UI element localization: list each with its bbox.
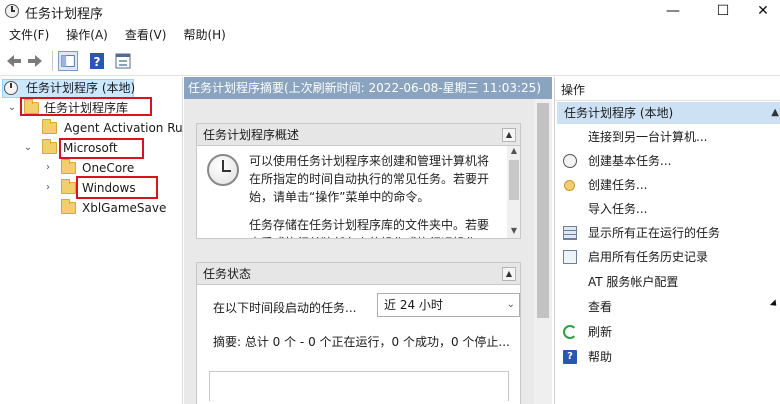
- action-label: 帮助: [588, 350, 613, 364]
- window-title: 任务计划程序: [25, 7, 104, 22]
- action-label: 刷新: [588, 325, 613, 339]
- toolbar-separator: [52, 51, 53, 71]
- action-label: 启用所有任务历史记录: [588, 250, 709, 264]
- summary-scrollbar[interactable]: [534, 99, 552, 404]
- action-help[interactable]: ? 帮助: [555, 345, 780, 369]
- action-label: 导入任务...: [588, 202, 648, 216]
- tree-agent-label: Agent Activation Runtime: [64, 121, 183, 135]
- status-body: 在以下时间段启动的任务... 近 24 小时 ⌄ 摘要: 总计 0 个 - 0 …: [197, 285, 520, 404]
- back-arrow-icon[interactable]: [4, 51, 24, 71]
- properties-icon[interactable]: [113, 51, 133, 71]
- actions-section-label: 任务计划程序 (本地): [564, 106, 674, 120]
- task-scheduler-icon: [5, 4, 19, 18]
- summary-header: 任务计划程序摘要(上次刷新时间: 2022-06-08-星期三 11:03:25…: [184, 77, 552, 99]
- period-select-value: 近 24 小时: [384, 298, 443, 312]
- action-import-task[interactable]: 导入任务...: [555, 197, 780, 221]
- toolbar: ?: [0, 46, 780, 76]
- help-icon: ?: [563, 350, 577, 364]
- action-connect-computer[interactable]: 连接到另一台计算机...: [555, 125, 780, 149]
- action-at-service-config[interactable]: AT 服务帐户配置: [555, 270, 780, 294]
- maximize-button[interactable]: ☐: [700, 0, 746, 24]
- actions-header: 操作: [555, 79, 780, 101]
- action-show-running-tasks[interactable]: 显示所有正在运行的任务: [555, 221, 780, 245]
- navigation-tree: 任务计划程序 (本地) ⌄ 任务计划程序库 Agent Activation R…: [0, 77, 183, 404]
- action-enable-history[interactable]: 启用所有任务历史记录: [555, 245, 780, 269]
- scroll-up-icon[interactable]: ▲: [507, 146, 520, 155]
- period-select[interactable]: 近 24 小时 ⌄: [377, 293, 520, 317]
- folder-icon: [42, 139, 57, 154]
- action-create-task[interactable]: 创建任务...: [555, 173, 780, 197]
- folder-icon: [61, 159, 76, 174]
- chevron-down-icon[interactable]: ⌄: [22, 138, 34, 158]
- status-period-label: 在以下时间段启动的任务...: [213, 301, 357, 315]
- tree-root-label: 任务计划程序 (本地): [26, 81, 136, 95]
- chevron-down-icon[interactable]: ⌄: [6, 98, 18, 118]
- action-label: 查看: [588, 300, 613, 314]
- close-button[interactable]: ✕: [746, 0, 780, 24]
- folder-icon: [61, 199, 76, 214]
- overview-title: 任务计划程序概述: [203, 128, 300, 142]
- help-icon[interactable]: ?: [87, 51, 107, 71]
- overview-paragraph-2: 任务存储在任务计划程序库的文件夹中。若要查看或执行单独任务上的操作或执行运操作，…: [249, 218, 490, 238]
- overview-section-header[interactable]: 任务计划程序概述 ▲: [197, 124, 520, 146]
- running-tasks-icon: [563, 226, 577, 240]
- chevron-right-icon[interactable]: ›: [42, 158, 54, 178]
- show-hide-tree-icon[interactable]: [58, 51, 78, 71]
- overview-section: 任务计划程序概述 ▲ 可以使用任务计划程序来创建和管理计算机将在所指定的时间自动…: [196, 123, 521, 239]
- svg-text:?: ?: [94, 55, 101, 69]
- status-section: 任务状态 ▲ 在以下时间段启动的任务... 近 24 小时 ⌄ 摘要: 总计 0…: [196, 262, 521, 404]
- overview-scrollbar-thumb[interactable]: [509, 160, 519, 200]
- tree-xbl-label: XblGameSave: [82, 201, 167, 215]
- status-summary: 摘要: 总计 0 个 - 0 个正在运行，0 个成功，0 个停止...: [213, 335, 510, 349]
- summary-scrollbar-thumb[interactable]: [537, 103, 549, 318]
- clock-icon: [207, 154, 239, 186]
- task-icon: [564, 180, 575, 191]
- menu-view[interactable]: 查看(V): [116, 25, 175, 45]
- chevron-right-icon[interactable]: ›: [42, 178, 54, 198]
- minimize-button[interactable]: —: [650, 0, 696, 24]
- menu-file[interactable]: 文件(F): [0, 25, 57, 45]
- overview-text: 可以使用任务计划程序来创建和管理计算机将在所指定的时间自动执行的常见任务。若要开…: [249, 152, 499, 238]
- menu-bar: 文件(F) 操作(A) 查看(V) 帮助(H): [0, 25, 780, 45]
- actions-section-local[interactable]: 任务计划程序 (本地) ▲: [557, 102, 780, 124]
- folder-icon: [42, 119, 57, 134]
- action-label: 创建任务...: [588, 178, 648, 192]
- status-section-header[interactable]: 任务状态 ▲: [197, 263, 520, 285]
- refresh-icon: [563, 325, 577, 339]
- chevron-down-icon: ⌄: [506, 299, 515, 310]
- summary-pane: 任务计划程序摘要(上次刷新时间: 2022-06-08-星期三 11:03:25…: [184, 77, 552, 404]
- status-table: [209, 371, 509, 401]
- forward-arrow-icon[interactable]: [25, 51, 45, 71]
- action-label: AT 服务帐户配置: [588, 275, 679, 289]
- actions-pane: 操作 任务计划程序 (本地) ▲ 连接到另一台计算机... 创建基本任务... …: [554, 77, 780, 404]
- action-label: 显示所有正在运行的任务: [588, 226, 721, 240]
- clock-icon: [563, 154, 577, 168]
- scroll-down-icon[interactable]: ▼: [507, 226, 520, 235]
- action-create-basic-task[interactable]: 创建基本任务...: [555, 149, 780, 173]
- action-label: 连接到另一台计算机...: [588, 130, 708, 144]
- menu-action[interactable]: 操作(A): [57, 25, 116, 45]
- tree-onecore-label: OneCore: [82, 161, 135, 175]
- overview-body: 可以使用任务计划程序来创建和管理计算机将在所指定的时间自动执行的常见任务。若要开…: [197, 146, 520, 238]
- collapse-arrow-icon[interactable]: ▲: [771, 102, 779, 124]
- collapse-icon[interactable]: ▲: [502, 267, 516, 281]
- overview-scrollbar[interactable]: ▲ ▼: [507, 146, 520, 238]
- action-refresh[interactable]: 刷新: [555, 320, 780, 344]
- action-label: 创建基本任务...: [588, 154, 672, 168]
- clock-icon: [4, 81, 18, 95]
- status-title: 任务状态: [203, 267, 252, 281]
- highlight-box-windows: [76, 176, 158, 199]
- highlight-box-library: [20, 97, 152, 116]
- highlight-box-microsoft: [59, 138, 144, 159]
- action-view[interactable]: 查看: [555, 295, 780, 319]
- folder-icon: [61, 179, 76, 194]
- history-icon: [563, 250, 577, 264]
- overview-paragraph-1: 可以使用任务计划程序来创建和管理计算机将在所指定的时间自动执行的常见任务。若要开…: [249, 154, 490, 204]
- title-bar: 任务计划程序 — ☐ ✕: [0, 0, 780, 24]
- collapse-icon[interactable]: ▲: [502, 128, 516, 142]
- menu-help[interactable]: 帮助(H): [174, 25, 233, 45]
